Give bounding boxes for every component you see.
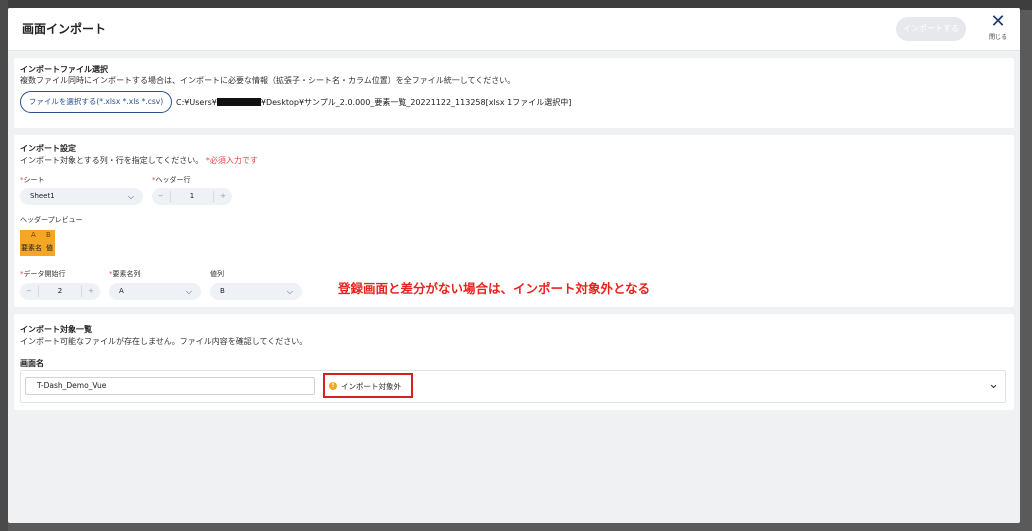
chevron-down-icon: ⌵ — [127, 192, 134, 201]
backdrop-left — [0, 0, 8, 531]
import-target-list-section: インポート対象一覧 インポート可能なファイルが存在しません。ファイル内容を確認し… — [14, 314, 1014, 410]
data-start-row-label: *データ開始行 — [20, 270, 66, 278]
redacted-username — [216, 98, 261, 106]
element-name-column-label: *要素名列 — [109, 270, 141, 278]
data-start-row-stepper[interactable]: − 2 + — [20, 283, 100, 300]
close-button[interactable]: ✕ 閉じる — [983, 12, 1013, 48]
sheet-select[interactable]: Sheet1 ⌵ — [20, 188, 143, 205]
import-button[interactable]: インポートする — [896, 17, 966, 41]
close-icon: ✕ — [990, 11, 1006, 32]
preview-column-b: B — [46, 231, 51, 239]
header-preview-label: ヘッダープレビュー — [20, 216, 83, 224]
close-label: 閉じる — [988, 34, 1007, 41]
chevron-down-icon: ⌵ — [185, 287, 192, 296]
list-section-description: インポート可能なファイルが存在しません。ファイル内容を確認してください。 — [20, 337, 308, 346]
element-name-column-select[interactable]: A ⌵ — [109, 283, 201, 300]
preview-column-a: A — [31, 231, 36, 239]
header-row-stepper[interactable]: − 1 + — [152, 188, 232, 205]
plus-icon[interactable]: + — [220, 188, 226, 205]
import-modal: 画面インポート インポートする ✕ 閉じる インポートファイル選択 複数ファイル… — [8, 8, 1020, 523]
screen-name-header: 画面名 — [20, 359, 44, 368]
preview-cell-value: 値 — [46, 244, 53, 252]
annotation-note: 登録画面と差分がない場合は、インポート対象外となる — [338, 281, 651, 296]
file-selection-section: インポートファイル選択 複数ファイル同時にインポートする場合は、インポートに必要… — [14, 58, 1014, 128]
plus-icon[interactable]: + — [88, 283, 94, 300]
file-section-title: インポートファイル選択 — [20, 65, 108, 74]
modal-header: 画面インポート インポートする ✕ 閉じる — [8, 8, 1020, 51]
header-preview: A B 要素名 値 — [20, 230, 55, 256]
select-file-button[interactable]: ファイルを選択する(*.xlsx *.xls *.csv) — [20, 91, 172, 113]
modal-title: 画面インポート — [22, 22, 107, 36]
value-column-label: 値列 — [210, 270, 224, 278]
sheet-label: *シート — [20, 176, 45, 184]
list-section-title: インポート対象一覧 — [20, 325, 92, 334]
header-row-label: *ヘッダー行 — [152, 176, 191, 184]
status-text: インポート対象外 — [341, 382, 401, 391]
selected-file-path: C:¥Users¥ ¥Desktop¥サンプル_2.0.000_要素一覧_2022… — [176, 98, 572, 107]
screen-name-field[interactable]: T-Dash_Demo_Vue — [25, 377, 315, 395]
chevron-down-icon: ⌵ — [286, 287, 293, 296]
settings-section-description: インポート対象とする列・行を指定してください。 *必須入力です — [20, 156, 258, 165]
warning-icon: ! — [329, 382, 337, 390]
chevron-down-icon[interactable]: ⌄ — [988, 377, 999, 392]
settings-section-title: インポート設定 — [20, 144, 76, 153]
status-badge: ! インポート対象外 — [323, 373, 413, 398]
value-column-select[interactable]: B ⌵ — [210, 283, 302, 300]
table-row[interactable]: T-Dash_Demo_Vue ! インポート対象外 ⌄ — [20, 370, 1006, 403]
file-section-description: 複数ファイル同時にインポートする場合は、インポートに必要な情報（拡張子・シート名… — [20, 76, 516, 85]
preview-cell-element-name: 要素名 — [21, 244, 42, 252]
import-settings-section: インポート設定 インポート対象とする列・行を指定してください。 *必須入力です … — [14, 135, 1014, 307]
